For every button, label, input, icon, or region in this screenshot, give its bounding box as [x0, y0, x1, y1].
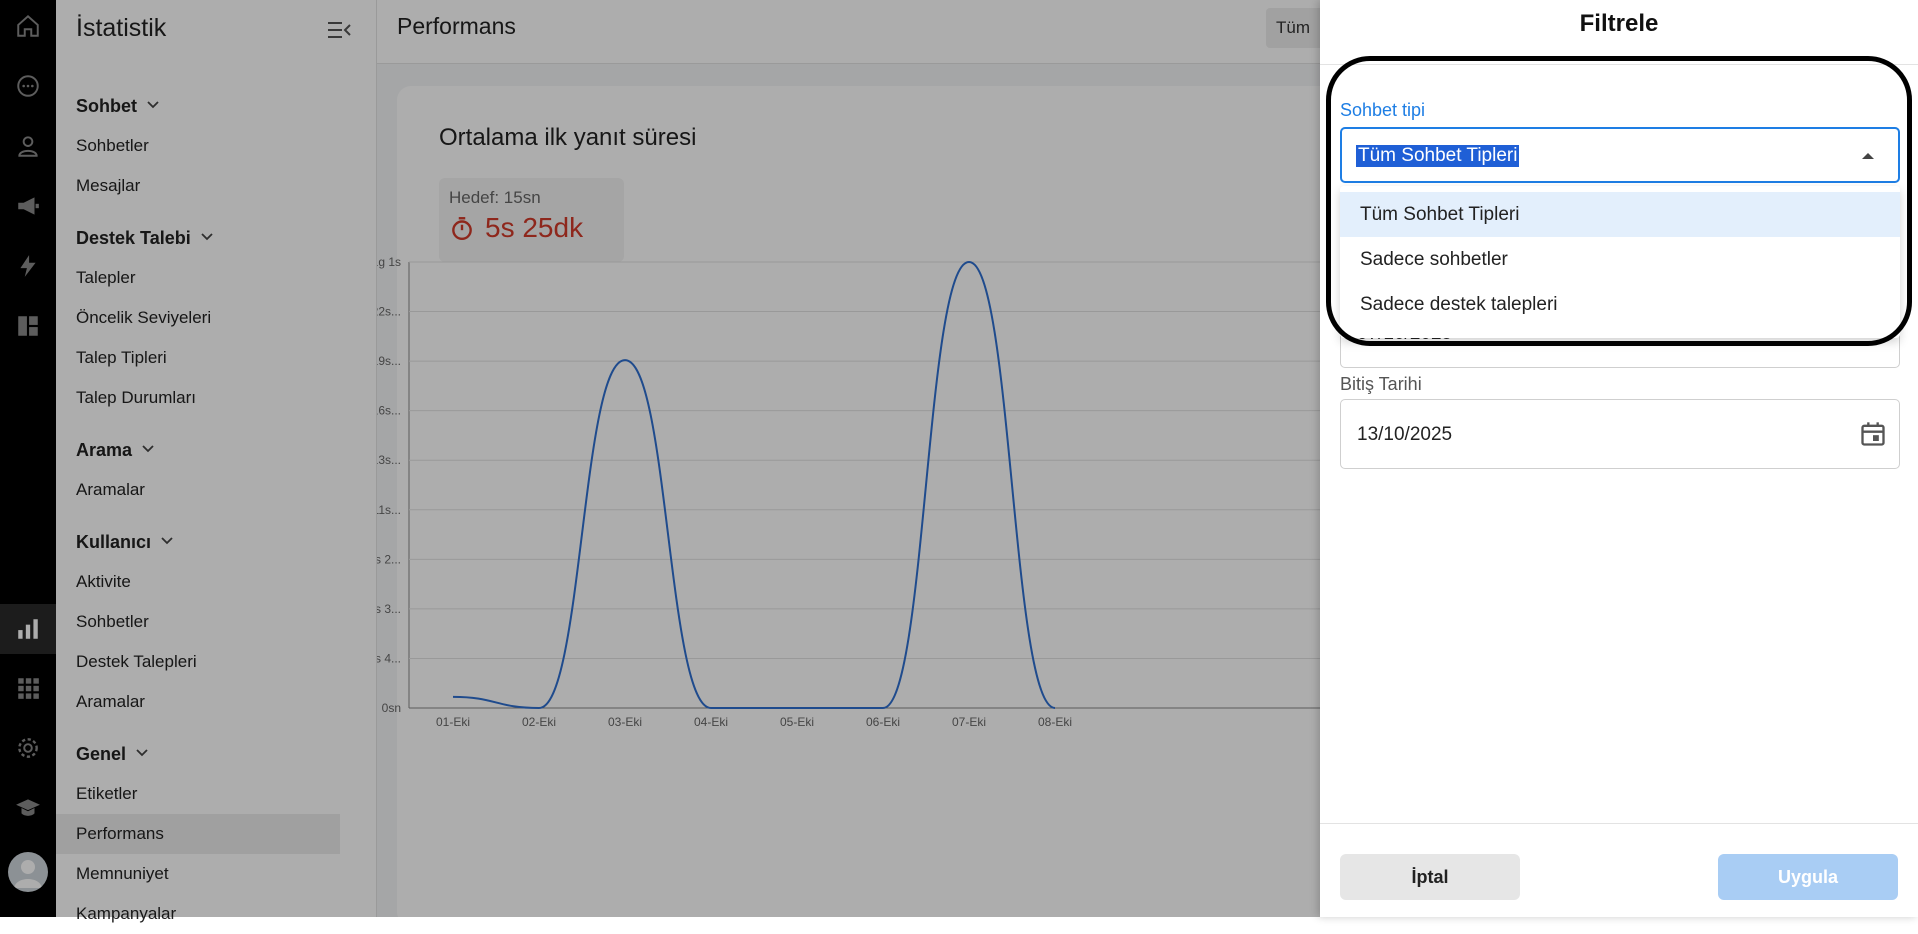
end-date-field[interactable]: 13/10/2025 — [1340, 399, 1900, 469]
modal-backdrop[interactable] — [0, 0, 1320, 917]
highlight-annotation — [1326, 56, 1912, 346]
filter-panel-title: Filtrele — [1579, 10, 1659, 37]
apply-button[interactable]: Uygula — [1718, 854, 1898, 900]
end-date-label: Bitiş Tarihi — [1340, 374, 1422, 394]
cancel-button[interactable]: İptal — [1340, 854, 1520, 900]
end-date-value: 13/10/2025 — [1357, 424, 1453, 445]
calendar-icon[interactable] — [1859, 420, 1887, 448]
panel-footer-divider — [1320, 823, 1918, 824]
